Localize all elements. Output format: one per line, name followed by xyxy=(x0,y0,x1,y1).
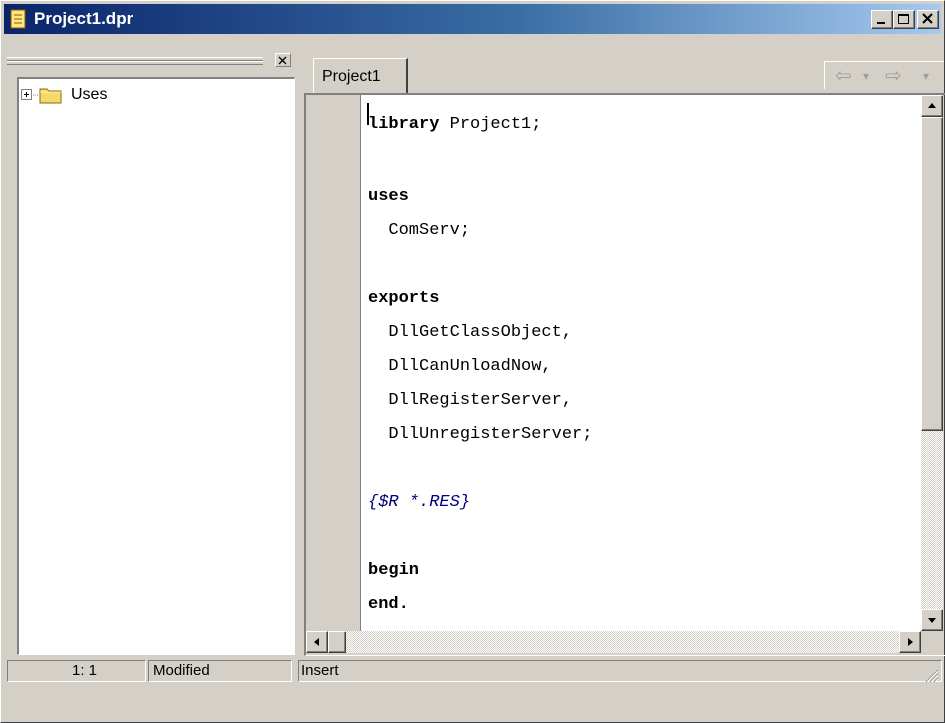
scroll-left-button[interactable] xyxy=(306,631,328,653)
code-text-area[interactable]: library Project1; uses ComServ; exports … xyxy=(361,95,921,631)
insert-mode-panel: Insert xyxy=(298,660,942,683)
close-button[interactable] xyxy=(917,10,939,29)
code-explorer-tree[interactable]: Uses xyxy=(17,77,295,655)
pane-splitter[interactable] xyxy=(296,53,304,656)
insert-mode: Insert xyxy=(301,662,339,679)
file-icon xyxy=(10,9,26,29)
code-text: Project1; xyxy=(439,115,542,134)
scroll-right-button[interactable] xyxy=(899,631,921,653)
status-bar: 1: 1 Modified Insert xyxy=(1,657,944,723)
close-icon xyxy=(922,13,933,24)
arrow-down-icon xyxy=(928,618,936,623)
tree-item-uses[interactable]: Uses xyxy=(21,85,107,105)
editor-gutter[interactable] xyxy=(306,95,361,631)
navigation-buttons: ⇦ ▾ ⇨ ▾ xyxy=(824,61,944,89)
code-line: DllGetClassObject, xyxy=(368,323,573,342)
plus-icon[interactable] xyxy=(21,89,33,101)
window-title: Project1.dpr xyxy=(34,9,134,28)
arrow-left-icon[interactable]: ⇦ xyxy=(835,66,852,86)
title-bar[interactable]: Project1.dpr xyxy=(4,4,941,34)
vertical-scrollbar[interactable] xyxy=(921,95,943,631)
arrow-left-icon xyxy=(314,638,319,646)
modified-status: Modified xyxy=(153,662,210,679)
code-line: begin xyxy=(368,561,420,580)
arrow-right-icon[interactable]: ⇨ xyxy=(885,66,902,86)
chevron-down-icon[interactable]: ▾ xyxy=(863,66,869,86)
tree-item-label: Uses xyxy=(71,86,108,103)
dock-grip[interactable] xyxy=(7,61,263,65)
folder-icon xyxy=(33,88,62,104)
scroll-up-button[interactable] xyxy=(921,95,943,117)
minimize-button[interactable] xyxy=(871,10,893,29)
scroll-corner xyxy=(921,631,943,653)
close-icon xyxy=(278,56,287,65)
horizontal-scroll-thumb[interactable] xyxy=(328,631,346,653)
chevron-down-icon[interactable]: ▾ xyxy=(923,66,929,86)
code-editor: library Project1; uses ComServ; exports … xyxy=(304,93,945,656)
scroll-down-button[interactable] xyxy=(921,609,943,631)
code-line: DllCanUnloadNow, xyxy=(368,357,552,376)
tab-project1[interactable]: Project1 xyxy=(313,58,408,94)
horizontal-scrollbar[interactable] xyxy=(306,631,921,653)
code-line: end. xyxy=(368,595,409,614)
arrow-up-icon xyxy=(928,103,936,108)
editor-window: Project1.dpr Uses Project1 ⇦ ▾ ⇨ ▾ libra… xyxy=(0,0,945,723)
code-line: ComServ; xyxy=(368,221,471,240)
maximize-icon xyxy=(898,14,909,24)
code-line: exports xyxy=(368,289,440,308)
minimize-icon xyxy=(877,22,885,24)
resize-grip-icon[interactable] xyxy=(923,667,939,683)
code-line: uses xyxy=(368,187,409,206)
modified-panel: Modified xyxy=(148,660,292,682)
explorer-header xyxy=(5,53,295,75)
vertical-scroll-thumb[interactable] xyxy=(921,117,943,431)
code-line: library Project1; xyxy=(368,108,541,142)
tab-label: Project1 xyxy=(322,68,381,85)
arrow-right-icon xyxy=(908,638,913,646)
tab-strip: Project1 ⇦ ▾ ⇨ ▾ xyxy=(304,53,945,94)
explorer-close-button[interactable] xyxy=(275,53,291,67)
maximize-button[interactable] xyxy=(893,10,915,29)
cursor-position-panel: 1: 1 xyxy=(7,660,146,682)
compiler-directive: {$R *.RES} xyxy=(368,493,471,512)
code-line: DllRegisterServer, xyxy=(368,391,573,410)
cursor-position: 1: 1 xyxy=(72,662,98,679)
code-line: DllUnregisterServer; xyxy=(368,425,593,444)
keyword: library xyxy=(368,115,440,134)
